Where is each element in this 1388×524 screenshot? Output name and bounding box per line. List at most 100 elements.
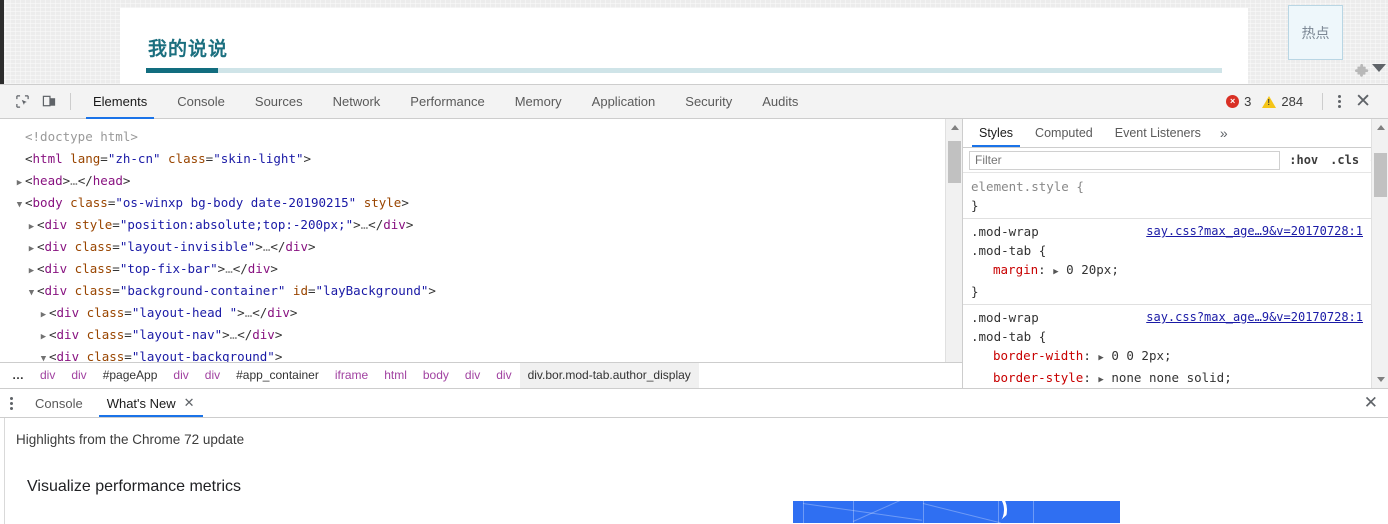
hov-toggle-button[interactable]: :hov bbox=[1286, 153, 1321, 167]
tab-application[interactable]: Application bbox=[577, 85, 671, 119]
dom-line[interactable]: <body class="os-winxp bg-body date-20190… bbox=[14, 193, 962, 215]
css-property[interactable]: margin: ▶ 0 20px; bbox=[971, 260, 1371, 282]
scroll-thumb[interactable] bbox=[948, 141, 961, 183]
css-property-name[interactable]: margin bbox=[993, 262, 1038, 277]
expand-arrow-icon[interactable]: ▶ bbox=[1098, 375, 1103, 385]
breadcrumb-item[interactable]: #pageApp bbox=[95, 363, 166, 388]
kebab-menu-icon[interactable] bbox=[1331, 91, 1348, 112]
dom-line[interactable]: <div class="layout-head ">…</div> bbox=[14, 303, 962, 325]
css-source-link[interactable]: say.css?max_age…9&v=20170728:1 bbox=[1146, 308, 1363, 327]
chevron-down-icon[interactable] bbox=[1372, 64, 1386, 72]
scroll-thumb[interactable] bbox=[1374, 153, 1387, 197]
scroll-up-arrow-icon[interactable] bbox=[1372, 119, 1388, 136]
page-title: 我的说说 bbox=[148, 34, 228, 61]
devtools-drawer: Console What's New ✕ ✕ Highlights from t… bbox=[0, 388, 1388, 523]
scroll-up-arrow-icon[interactable] bbox=[946, 119, 963, 136]
drawer-tab-console[interactable]: Console bbox=[23, 389, 95, 417]
close-icon[interactable]: ✕ bbox=[184, 395, 195, 411]
twisty-icon[interactable] bbox=[14, 173, 25, 193]
twisty-icon[interactable] bbox=[26, 261, 37, 281]
whats-new-article-heading[interactable]: Visualize performance metrics bbox=[27, 478, 241, 496]
breadcrumb-item-selected[interactable]: div.bor.mod-tab.author_display bbox=[520, 363, 699, 388]
css-property-name[interactable]: border-style bbox=[993, 370, 1083, 385]
breadcrumb-item[interactable]: iframe bbox=[327, 363, 376, 388]
tab-security[interactable]: Security bbox=[670, 85, 747, 119]
dom-line[interactable]: <div class="top-fix-bar">…</div> bbox=[14, 259, 962, 281]
twisty-icon[interactable] bbox=[26, 217, 37, 237]
css-property[interactable]: border-style: ▶ none none solid; bbox=[971, 368, 1371, 388]
breadcrumb-overflow[interactable]: … bbox=[0, 363, 32, 388]
expand-arrow-icon[interactable]: ▶ bbox=[1053, 267, 1058, 277]
scroll-down-arrow-icon[interactable] bbox=[1372, 371, 1388, 388]
dom-line[interactable]: <div class="layout-nav">…</div> bbox=[14, 325, 962, 347]
tab-styles[interactable]: Styles bbox=[968, 119, 1024, 147]
close-icon[interactable]: ✕ bbox=[1348, 92, 1378, 111]
tab-computed[interactable]: Computed bbox=[1024, 119, 1104, 147]
css-rule-mod-tab-margin[interactable]: .mod-wrap say.css?max_age…9&v=20170728:1… bbox=[963, 219, 1371, 305]
tab-memory[interactable]: Memory bbox=[500, 85, 577, 119]
breadcrumb-item[interactable]: div bbox=[488, 363, 519, 388]
styles-filter-input[interactable] bbox=[969, 151, 1280, 170]
twisty-icon[interactable] bbox=[38, 327, 49, 347]
css-source-link[interactable]: say.css?max_age…9&v=20170728:1 bbox=[1146, 222, 1363, 241]
kebab-menu-icon[interactable] bbox=[0, 389, 23, 417]
drawer-tab-whats-new[interactable]: What's New ✕ bbox=[95, 389, 207, 417]
twisty-icon[interactable] bbox=[14, 195, 25, 215]
twisty-icon[interactable] bbox=[26, 283, 37, 303]
tab-memory-label: Memory bbox=[515, 94, 562, 109]
twisty-icon[interactable] bbox=[38, 305, 49, 325]
page-tab-underline-track bbox=[146, 68, 1222, 73]
breadcrumb-item[interactable]: div bbox=[32, 363, 63, 388]
error-count-badge[interactable]: × 3 bbox=[1226, 94, 1251, 109]
puzzle-piece-icon[interactable] bbox=[1355, 64, 1369, 78]
tab-console[interactable]: Console bbox=[162, 85, 240, 119]
tab-performance[interactable]: Performance bbox=[395, 85, 499, 119]
dom-line[interactable]: <div style="position:absolute;top:-200px… bbox=[14, 215, 962, 237]
css-selector[interactable]: .mod-wrap bbox=[971, 222, 1039, 241]
breadcrumb-item[interactable]: div bbox=[165, 363, 196, 388]
tab-elements[interactable]: Elements bbox=[78, 85, 162, 119]
hot-topic-badge[interactable]: 热点 bbox=[1288, 5, 1343, 60]
tab-sources[interactable]: Sources bbox=[240, 85, 318, 119]
warning-count-badge[interactable]: 284 bbox=[1262, 94, 1303, 109]
breadcrumb-item[interactable]: html bbox=[376, 363, 415, 388]
dom-line[interactable]: <head>…</head> bbox=[14, 171, 962, 193]
tab-audits[interactable]: Audits bbox=[747, 85, 813, 119]
cls-toggle-button[interactable]: .cls bbox=[1327, 153, 1362, 167]
css-selector[interactable]: element.style { bbox=[971, 177, 1084, 196]
device-toolbar-icon[interactable] bbox=[36, 88, 63, 115]
css-selector-second[interactable]: .mod-tab { bbox=[971, 241, 1371, 260]
tab-event-listeners[interactable]: Event Listeners bbox=[1104, 119, 1212, 147]
css-property-value[interactable]: none none solid; bbox=[1111, 370, 1231, 385]
tab-performance-label: Performance bbox=[410, 94, 484, 109]
inspect-element-icon[interactable] bbox=[9, 88, 36, 115]
breadcrumb-item[interactable]: div bbox=[457, 363, 488, 388]
browser-left-edge bbox=[0, 0, 4, 84]
more-tabs-icon[interactable]: » bbox=[1212, 119, 1236, 147]
breadcrumb-item[interactable]: #app_container bbox=[228, 363, 327, 388]
dom-line[interactable]: <html lang="zh-cn" class="skin-light"> bbox=[14, 149, 962, 171]
tab-security-label: Security bbox=[685, 94, 732, 109]
breadcrumb-item[interactable]: div bbox=[197, 363, 228, 388]
drawer-close-icon[interactable]: ✕ bbox=[1364, 394, 1378, 411]
css-property[interactable]: border-width: ▶ 0 0 2px; bbox=[971, 346, 1371, 368]
breadcrumb-item[interactable]: div bbox=[63, 363, 94, 388]
dom-line[interactable]: <div class="background-container" id="la… bbox=[14, 281, 962, 303]
css-selector-second[interactable]: .mod-tab { bbox=[971, 327, 1371, 346]
css-property-value[interactable]: 0 20px; bbox=[1066, 262, 1119, 277]
css-selector[interactable]: .mod-wrap bbox=[971, 308, 1039, 327]
css-property-name[interactable]: border-width bbox=[993, 348, 1083, 363]
tab-console-label: Console bbox=[177, 94, 225, 109]
css-property-value[interactable]: 0 0 2px; bbox=[1111, 348, 1171, 363]
dom-line[interactable]: <div class="layout-invisible">…</div> bbox=[14, 237, 962, 259]
breadcrumb-item[interactable]: body bbox=[415, 363, 457, 388]
dom-tree-scrollbar[interactable] bbox=[945, 119, 962, 388]
tab-network[interactable]: Network bbox=[318, 85, 396, 119]
styles-scrollbar[interactable] bbox=[1371, 119, 1388, 388]
twisty-icon[interactable] bbox=[26, 239, 37, 259]
css-rule-mod-tab-border[interactable]: .mod-wrap say.css?max_age…9&v=20170728:1… bbox=[963, 305, 1371, 388]
css-rule-element-style[interactable]: element.style { } bbox=[963, 174, 1371, 219]
dom-tree[interactable]: <!doctype html> <html lang="zh-cn" class… bbox=[0, 119, 962, 388]
dom-line[interactable]: <!doctype html> bbox=[14, 127, 962, 149]
expand-arrow-icon[interactable]: ▶ bbox=[1098, 353, 1103, 363]
